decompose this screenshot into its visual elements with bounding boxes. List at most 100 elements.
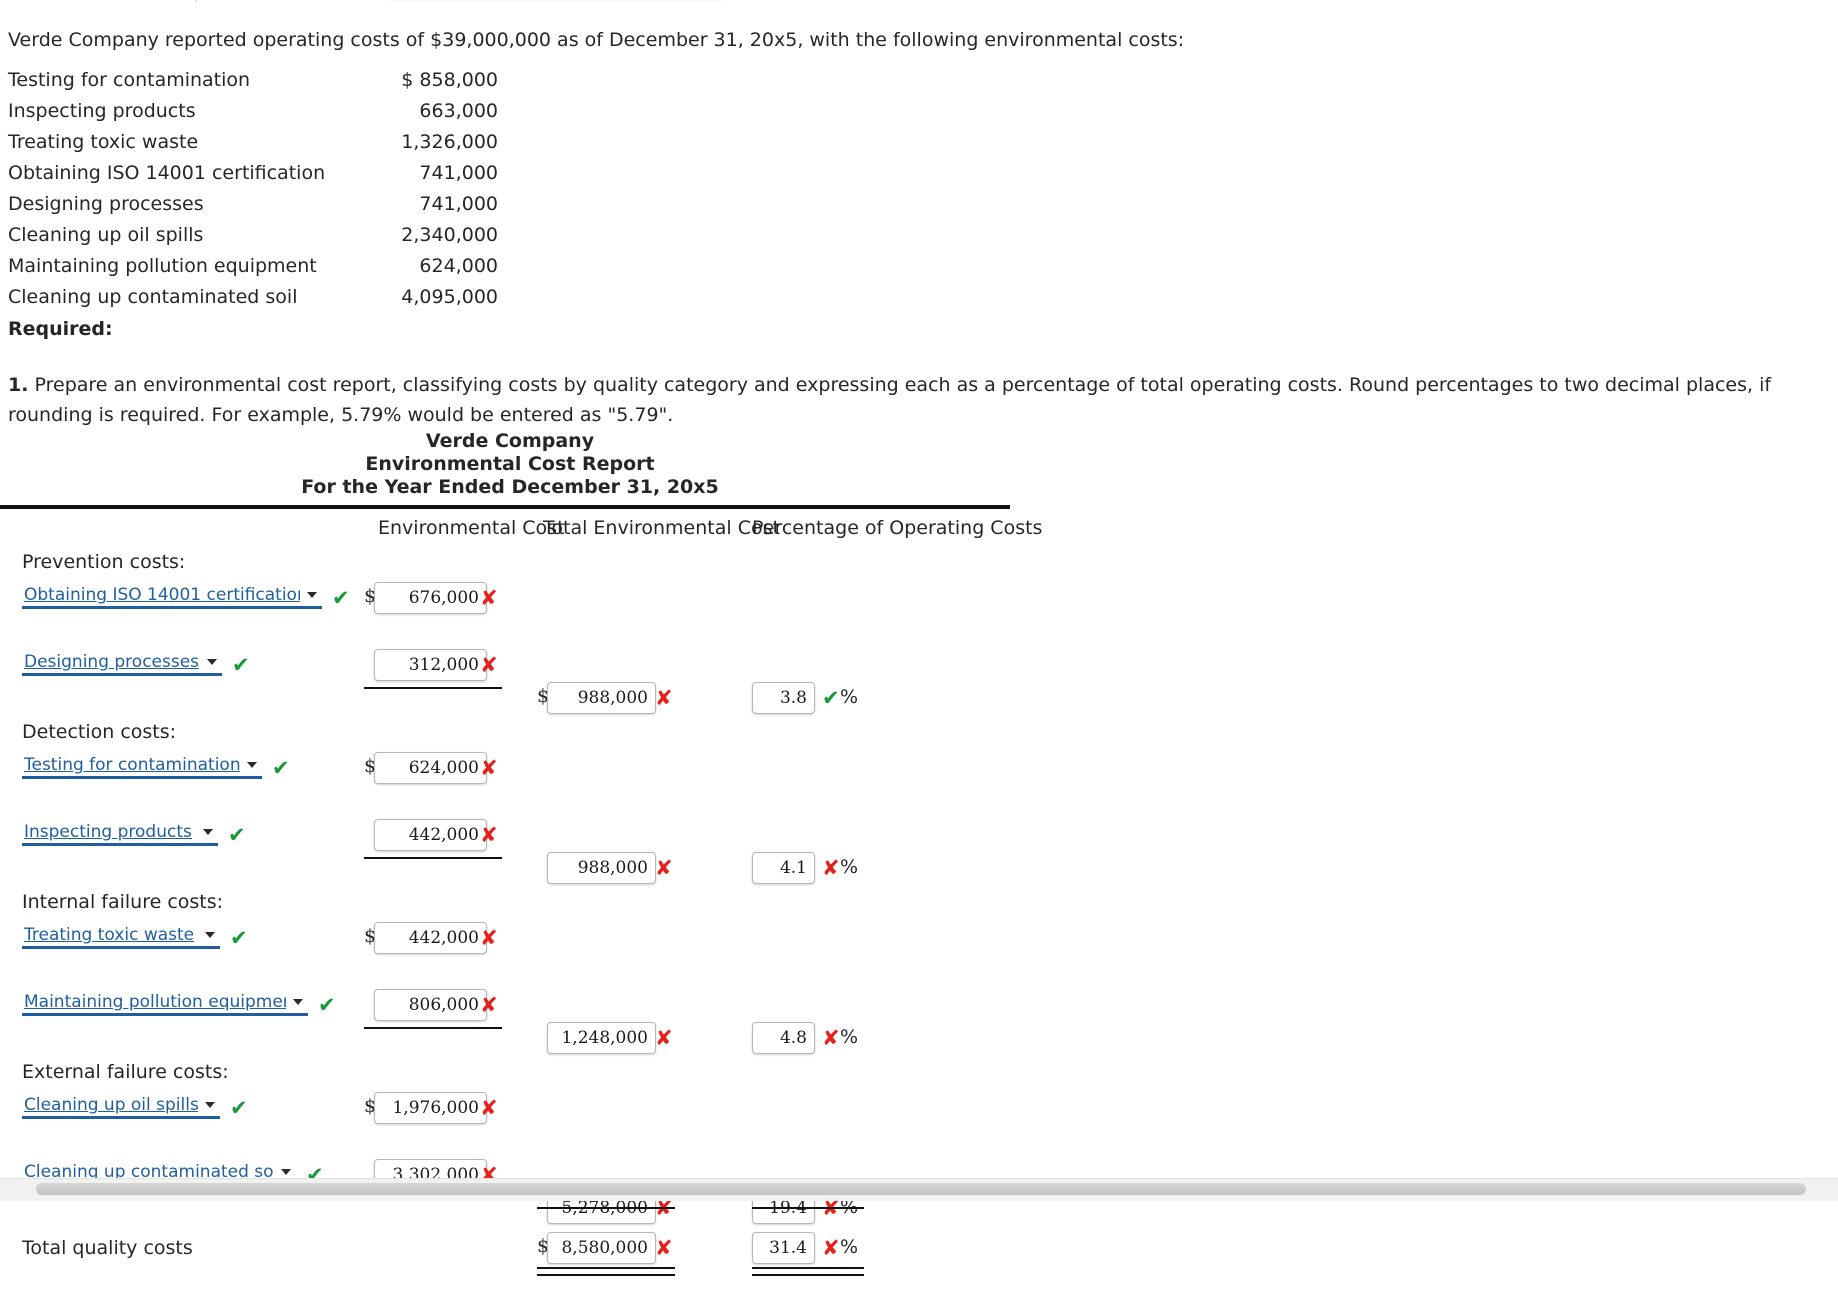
cost-label: Cleaning up oil spills [8, 224, 204, 246]
total-environmental-cost-input[interactable] [547, 852, 656, 884]
percentage-validation-icon: ✘ [822, 856, 840, 880]
total-quality-costs-label: Total quality costs [22, 1237, 193, 1259]
environmental-cost-input[interactable] [374, 1092, 487, 1124]
cost-amount: 1,326,000 [401, 131, 498, 153]
account-select-wrapper: Obtaining ISO 14001 certificationDesigni… [22, 924, 220, 949]
horizontal-scrollbar[interactable] [0, 1178, 1838, 1201]
environmental-cost-input[interactable] [374, 922, 487, 954]
percentage-double-rule [752, 1267, 864, 1276]
report-column-headers: Environmental Cost Total Environmental C… [0, 517, 1050, 551]
total-percentage-validation-icon: ✘ [822, 1236, 840, 1260]
cost-amount: 663,000 [419, 100, 498, 122]
cost-label: Maintaining pollution equipment [8, 255, 317, 277]
list-item: Cleaning up contaminated soil 4,095,000 [8, 282, 608, 313]
select-validation-check-icon: ✔ [228, 823, 246, 847]
requirement-1: 1. Prepare an environmental cost report,… [8, 370, 1828, 430]
column-header-percentage-operating-costs: Percentage of Operating Costs [752, 517, 1043, 539]
cost-amount: 741,000 [419, 193, 498, 215]
total-quality-costs-input[interactable] [547, 1232, 656, 1264]
environmental-cost-input[interactable] [374, 582, 487, 614]
environmental-cost-input[interactable] [374, 752, 487, 784]
account-select[interactable]: Obtaining ISO 14001 certificationDesigni… [22, 924, 220, 949]
select-validation-check-icon: ✔ [230, 1096, 248, 1120]
total-env-cost-double-rule [537, 1267, 675, 1276]
total-validation-x-icon: ✘ [655, 856, 673, 880]
required-heading: Required: [8, 318, 113, 340]
column-header-total-environmental-cost: Total Environmental Cost [543, 517, 780, 539]
select-validation-check-icon: ✔ [332, 586, 350, 610]
list-item: Inspecting products 663,000 [8, 96, 608, 127]
account-select-wrapper: Obtaining ISO 14001 certificationDesigni… [22, 1094, 220, 1119]
environmental-cost-report: Verde Company Environmental Cost Report … [0, 430, 1050, 1291]
report-header-rule [0, 505, 1010, 509]
total-env-cost-top-rule [537, 1207, 675, 1209]
total-percentage-input[interactable] [752, 1232, 815, 1264]
cost-label: Designing processes [8, 193, 204, 215]
cost-amount: $ 858,000 [401, 69, 498, 91]
section-label: External failure costs: [22, 1061, 229, 1083]
list-item: Obtaining ISO 14001 certification 741,00… [8, 158, 608, 189]
account-select-wrapper: Obtaining ISO 14001 certificationDesigni… [22, 651, 222, 676]
report-title: Environmental Cost Report [365, 453, 655, 475]
account-select[interactable]: Obtaining ISO 14001 certificationDesigni… [22, 584, 322, 609]
cost-label: Inspecting products [8, 100, 196, 122]
amount-validation-x-icon: ✘ [480, 823, 498, 847]
percent-sign: % [840, 1236, 859, 1258]
account-select[interactable]: Obtaining ISO 14001 certificationDesigni… [22, 991, 308, 1016]
account-select-wrapper: Obtaining ISO 14001 certificationDesigni… [22, 754, 262, 779]
amount-validation-x-icon: ✘ [480, 1096, 498, 1120]
account-select-box: Obtaining ISO 14001 certificationDesigni… [22, 991, 308, 1016]
select-validation-check-icon: ✔ [318, 993, 336, 1017]
account-select[interactable]: Obtaining ISO 14001 certificationDesigni… [22, 1094, 220, 1119]
amount-validation-x-icon: ✘ [480, 653, 498, 677]
requirement-text: Prepare an environmental cost report, cl… [8, 374, 1772, 426]
cost-amount: 624,000 [419, 255, 498, 277]
column-header-environmental-cost: Environmental Cost [378, 517, 565, 539]
section-label: Detection costs: [22, 721, 177, 743]
account-select[interactable]: Obtaining ISO 14001 certificationDesigni… [22, 754, 262, 779]
cost-amount: 741,000 [419, 162, 498, 184]
percentage-validation-icon: ✔ [822, 686, 840, 710]
percentage-input[interactable] [752, 852, 815, 884]
worksheet-page: Verde Company reported operating costs o… [0, 0, 1838, 1276]
account-select-wrapper: Obtaining ISO 14001 certificationDesigni… [22, 584, 322, 609]
requirement-number: 1. [8, 374, 29, 396]
percentage-input[interactable] [752, 682, 815, 714]
section-subtotal-rule [364, 857, 502, 859]
account-select-box: Obtaining ISO 14001 certificationDesigni… [22, 651, 222, 676]
percentage-input[interactable] [752, 1022, 815, 1054]
select-validation-check-icon: ✔ [230, 926, 248, 950]
environmental-cost-list: Testing for contamination $ 858,000 Insp… [8, 65, 608, 313]
cost-amount: 2,340,000 [401, 224, 498, 246]
section-subtotal-rule [364, 1027, 502, 1029]
list-item: Cleaning up oil spills 2,340,000 [8, 220, 608, 251]
account-select-wrapper: Obtaining ISO 14001 certificationDesigni… [22, 991, 308, 1016]
environmental-cost-input[interactable] [374, 819, 487, 851]
percentage-top-rule [752, 1207, 864, 1209]
percent-sign: % [840, 1026, 859, 1048]
environmental-cost-input[interactable] [374, 649, 487, 681]
total-validation-x-icon: ✘ [655, 686, 673, 710]
account-select-box: Obtaining ISO 14001 certificationDesigni… [22, 584, 322, 609]
total-validation-x-icon: ✘ [655, 1026, 673, 1050]
problem-intro-text: Verde Company reported operating costs o… [8, 29, 1185, 51]
account-select-wrapper: Obtaining ISO 14001 certificationDesigni… [22, 821, 218, 846]
account-select-box: Obtaining ISO 14001 certificationDesigni… [22, 821, 218, 846]
section-label: Prevention costs: [22, 551, 186, 573]
account-select[interactable]: Obtaining ISO 14001 certificationDesigni… [22, 651, 222, 676]
list-item: Treating toxic waste 1,326,000 [8, 127, 608, 158]
list-item: Designing processes 741,000 [8, 189, 608, 220]
cost-label: Obtaining ISO 14001 certification [8, 162, 326, 184]
amount-validation-x-icon: ✘ [480, 756, 498, 780]
cost-label: Testing for contamination [8, 69, 251, 91]
cost-amount: 4,095,000 [401, 286, 498, 308]
environmental-cost-input[interactable] [374, 989, 487, 1021]
amount-validation-x-icon: ✘ [480, 586, 498, 610]
cost-label: Cleaning up contaminated soil [8, 286, 298, 308]
account-select[interactable]: Obtaining ISO 14001 certificationDesigni… [22, 821, 218, 846]
report-company-name: Verde Company [425, 430, 595, 452]
total-environmental-cost-input[interactable] [547, 682, 656, 714]
scrollbar-thumb[interactable] [36, 1183, 1806, 1195]
total-environmental-cost-input[interactable] [547, 1022, 656, 1054]
amount-validation-x-icon: ✘ [480, 993, 498, 1017]
